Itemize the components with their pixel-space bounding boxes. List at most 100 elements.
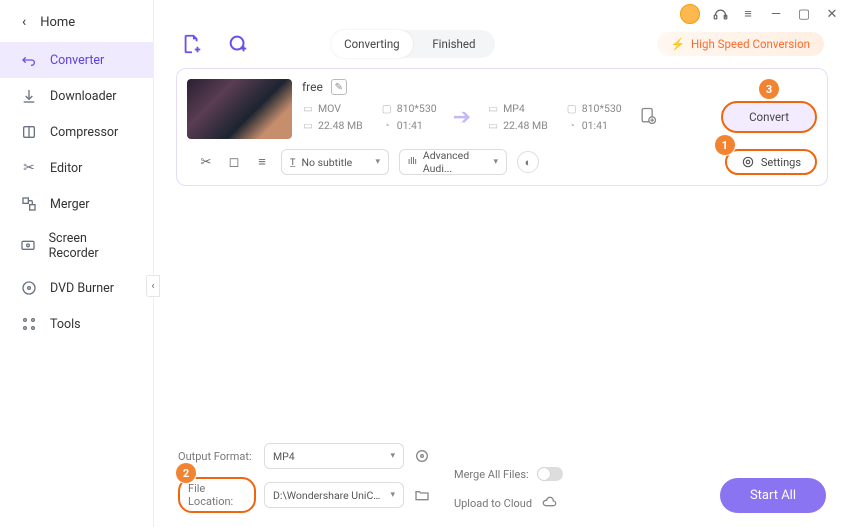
audio-wave-icon: ıllı (408, 157, 417, 167)
size-icon: ▭ (302, 120, 314, 132)
avatar[interactable] (680, 4, 700, 24)
sidebar-item-tools[interactable]: Tools (0, 306, 153, 342)
video-thumbnail[interactable] (187, 79, 292, 139)
merge-toggle[interactable] (537, 467, 563, 481)
content-area: free ✎ ▭MOV ▢810*530 ▭22.48 MB ◔01:41 ➔ (154, 58, 850, 433)
download-icon (20, 87, 38, 105)
tab-finished[interactable]: Finished (413, 30, 495, 58)
scissors-icon: ✂ (20, 159, 38, 177)
audio-value: Advanced Audi... (423, 149, 488, 175)
disc-icon (20, 279, 38, 297)
lightning-icon: ⚡ (671, 37, 685, 51)
sidebar-item-label: Merger (50, 197, 90, 212)
trim-icon[interactable]: ✂ (197, 153, 215, 171)
meta-format: MOV (318, 102, 341, 115)
sidebar-item-downloader[interactable]: Downloader (0, 78, 153, 114)
video-icon: ▭ (302, 103, 314, 115)
screen-recorder-icon (20, 237, 37, 255)
settings-button[interactable]: Settings (725, 149, 817, 175)
effects-icon[interactable]: ≡ (253, 153, 271, 171)
high-speed-conversion[interactable]: ⚡ High Speed Conversion (657, 32, 824, 56)
sidebar-item-editor[interactable]: ✂ Editor (0, 150, 153, 186)
footer: Output Format: MP4 ▾ 2 File Location: D:… (154, 433, 850, 527)
sidebar: ‹ Home Converter Downloader Compressor ✂… (0, 0, 154, 527)
sidebar-item-merger[interactable]: Merger (0, 186, 153, 222)
chevron-down-icon: ▾ (493, 157, 498, 167)
format-preset-icon[interactable] (638, 106, 660, 128)
menu-icon[interactable]: ≡ (740, 6, 756, 22)
convert-button-label: Convert (749, 110, 789, 124)
headset-icon[interactable] (712, 6, 728, 22)
nav-home[interactable]: ‹ Home (0, 2, 153, 42)
output-format-label: Output Format: (178, 450, 256, 463)
file-location-dropdown[interactable]: D:\Wondershare UniConverter 1 ▾ (264, 482, 404, 508)
arrow-right-icon: ➔ (453, 105, 471, 130)
converter-icon (20, 51, 38, 69)
top-row: Converting Finished ⚡ High Speed Convers… (154, 24, 850, 58)
main: ≡ — ▢ ✕ Converting Finished ⚡ High Speed… (154, 0, 850, 527)
sidebar-item-dvd-burner[interactable]: DVD Burner (0, 270, 153, 306)
meta-duration: 01:41 (582, 119, 608, 132)
file-location-value: D:\Wondershare UniConverter 1 (273, 489, 383, 502)
subtitle-icon: T̲ (290, 157, 296, 168)
audio-dropdown[interactable]: ıllı Advanced Audi... ▾ (399, 149, 507, 175)
minimize-icon[interactable]: — (768, 6, 784, 22)
sidebar-item-screen-recorder[interactable]: Screen Recorder (0, 222, 153, 270)
meta-duration: 01:41 (397, 119, 423, 132)
crop-icon[interactable]: ◻ (225, 153, 243, 171)
subtitle-dropdown[interactable]: T̲ No subtitle ▾ (281, 149, 389, 175)
sidebar-item-label: Screen Recorder (49, 231, 133, 261)
source-meta: ▭ MOV ▢ 810*530 ▭ 22.48 MB ◔ 01:41 (302, 102, 437, 132)
settings-label: Settings (761, 156, 801, 169)
edit-name-icon[interactable]: ✎ (331, 79, 347, 95)
meta-size: 22.48 MB (318, 119, 363, 132)
compressor-icon (20, 123, 38, 141)
target-icon (741, 155, 755, 169)
start-all-label: Start All (750, 488, 796, 503)
clock-icon: ◔ (381, 120, 393, 132)
open-folder-icon[interactable] (412, 485, 432, 505)
sidebar-item-label: Converter (50, 53, 104, 68)
tab-label: Converting (344, 37, 400, 51)
start-all-button[interactable]: Start All (720, 478, 826, 513)
merge-label: Merge All Files: (454, 468, 529, 481)
meta-size: 22.48 MB (503, 119, 548, 132)
clock-icon: ◔ (566, 120, 578, 132)
sidebar-item-converter[interactable]: Converter (0, 42, 153, 78)
sidebar-item-label: Editor (50, 161, 82, 176)
tab-converting[interactable]: Converting (331, 30, 413, 58)
output-format-dropdown[interactable]: MP4 ▾ (264, 443, 404, 469)
convert-button[interactable]: Convert (721, 101, 817, 133)
output-format-value: MP4 (273, 450, 295, 463)
file-location-label: File Location: (178, 477, 256, 513)
tabs: Converting Finished (331, 30, 495, 58)
add-url-button[interactable] (226, 32, 250, 56)
titlebar: ≡ — ▢ ✕ (154, 0, 850, 24)
file-card: free ✎ ▭MOV ▢810*530 ▭22.48 MB ◔01:41 ➔ (176, 68, 828, 186)
sidebar-item-label: Downloader (50, 89, 117, 104)
hsc-label: High Speed Conversion (691, 37, 810, 51)
video-icon: ▭ (487, 103, 499, 115)
sidebar-item-label: Tools (50, 317, 81, 332)
format-settings-icon[interactable] (412, 446, 432, 466)
maximize-icon[interactable]: ▢ (796, 6, 812, 22)
close-icon[interactable]: ✕ (824, 6, 840, 22)
resolution-icon: ▢ (381, 103, 393, 115)
meta-resolution: 810*530 (397, 102, 437, 115)
add-file-button[interactable] (180, 32, 204, 56)
sidebar-item-compressor[interactable]: Compressor (0, 114, 153, 150)
chevron-down-icon: ▾ (390, 490, 395, 500)
upload-cloud-label: Upload to Cloud (454, 497, 532, 510)
chevron-left-icon: ‹ (22, 14, 26, 30)
merger-icon (20, 195, 38, 213)
target-meta: ▭MP4 ▢810*530 ▭22.48 MB ◔01:41 (487, 102, 622, 132)
meta-format: MP4 (503, 102, 525, 115)
sidebar-item-label: Compressor (50, 125, 118, 140)
chevron-down-icon: ▾ (390, 451, 395, 461)
resolution-icon: ▢ (566, 103, 578, 115)
callout-badge-3: 3 (759, 79, 779, 99)
watermark-icon[interactable]: ◐ (517, 151, 539, 173)
chevron-down-icon: ▾ (375, 157, 380, 167)
cloud-icon[interactable] (540, 493, 560, 513)
grid-icon (20, 315, 38, 333)
